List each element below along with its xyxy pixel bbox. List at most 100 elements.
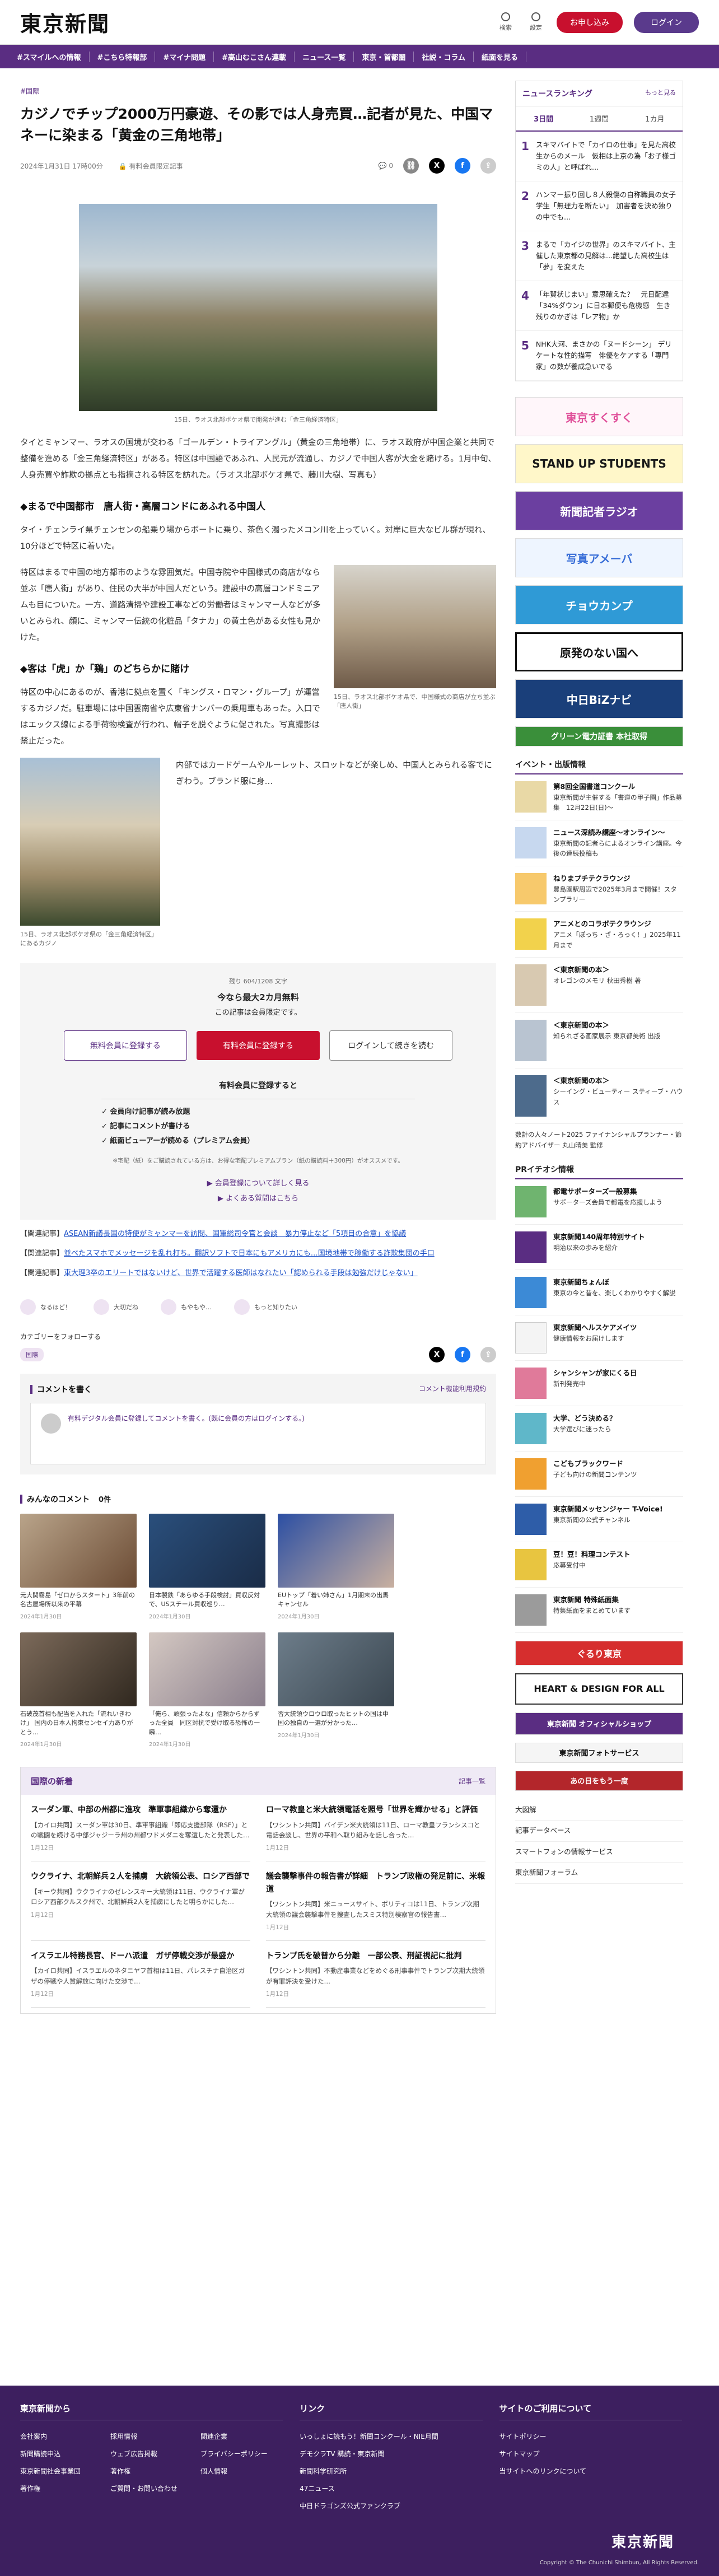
paid-register-button[interactable]: 有料会員に登録する — [197, 1030, 320, 1060]
side-link[interactable]: 大図解 — [515, 1800, 683, 1821]
category-tag[interactable]: #国際 — [20, 86, 39, 96]
ranking-more-link[interactable]: もっと見る — [645, 88, 676, 99]
ranking-tab-3days[interactable]: 3日間 — [516, 106, 571, 130]
link-icon[interactable]: ⛓ — [403, 158, 419, 174]
event-item[interactable]: 第8回全国書道コンクール 東京新聞が主催する「書道の甲子園」作品募集 12月22日… — [515, 774, 683, 820]
login-button[interactable]: ログイン — [634, 11, 699, 33]
site-logo[interactable]: 東京新聞 — [20, 7, 110, 38]
news-item[interactable]: トランプ氏を破普から分離 一部公表、刑証視記に批判 【ワシントン共同】不動産事業な… — [266, 1941, 485, 2008]
register-button[interactable]: お申し込み — [557, 11, 623, 33]
banner-omoide[interactable]: あの日をもう一度 — [515, 1770, 683, 1791]
reaction-button[interactable]: なるほど！ — [20, 1299, 71, 1315]
member-info-link[interactable]: ▶ 会員登録について詳しく見る — [20, 1177, 496, 1188]
nav-item[interactable]: 東京・首都圏 — [354, 51, 414, 62]
footer-link[interactable]: 新聞科学研究所 — [300, 2466, 482, 2476]
footer-link[interactable]: プライバシーポリシー — [200, 2449, 283, 2458]
news-item[interactable]: スーダン軍、中部の州都に進攻 準軍事組織から奪還か 【カイロ共同】スーダン軍は30… — [31, 1795, 250, 1862]
nav-item[interactable]: #スマイルへの情報 — [9, 51, 90, 62]
banner-gurutto[interactable]: ぐるり東京 — [515, 1640, 683, 1665]
pr-item[interactable]: こどもプラックワード 子ども向けの新聞コンテンツ — [515, 1452, 683, 1497]
pr-item[interactable]: 大学、どう決める？ 大学選びに迷ったら — [515, 1406, 683, 1452]
comment-count[interactable]: 💬 0 — [379, 162, 393, 170]
ranking-tab-1week[interactable]: 1週間 — [571, 106, 627, 130]
footer-link[interactable]: 個人情報 — [200, 2466, 283, 2476]
banner-radio[interactable]: 新聞記者ラジオ — [515, 491, 683, 530]
banner-photo-service[interactable]: 東京新聞フォトサービス — [515, 1742, 683, 1763]
x-share-icon[interactable]: X — [429, 1346, 445, 1362]
related-link[interactable]: 並べたスマホでメッセージを乱れ打ち。翻訳ソフトで日本にもアメリカにも…国境地帯で… — [64, 1249, 435, 1258]
comment-input[interactable]: 有料デジタル会員に登録してコメントを書く。(既に会員の方はログインする。) — [68, 1413, 305, 1454]
facebook-share-icon[interactable]: f — [455, 158, 470, 174]
related-link[interactable]: 東大理3卒のエリートではないけど、世界で活躍する医師はなれたい「認められる手段は… — [64, 1269, 418, 1277]
pr-item[interactable]: 東京新聞140周年特別サイト 明治以来の歩みを紹介 — [515, 1225, 683, 1270]
login-continue-button[interactable]: ログインして続きを読む — [329, 1030, 453, 1061]
footer-link[interactable]: ご質問・お問い合わせ — [110, 2484, 193, 2493]
nav-item[interactable]: #マイナ問題 — [155, 51, 214, 62]
footer-link[interactable]: 会社案内 — [20, 2432, 102, 2441]
footer-link[interactable]: 新聞購読申込 — [20, 2449, 102, 2458]
comment-rules-link[interactable]: コメント機能利用規約 — [419, 1384, 486, 1395]
recommended-card[interactable]: 日本製鉄「あらゆる手段検討」買収反対で、USスチール買収巡り… 2024年1月30… — [149, 1513, 265, 1620]
recommended-card[interactable]: EUトップ「着い姉さん」1月期末の出馬キャンセル 2024年1月30日 — [278, 1513, 394, 1620]
event-note[interactable]: 数計の人々ノート2025 ファイナンシャルプランナー・節約アドバイザー 丸山晴美… — [515, 1124, 683, 1156]
ranking-tab-1month[interactable]: 1カ月 — [627, 106, 683, 130]
footer-link[interactable]: 47ニュース — [300, 2484, 482, 2493]
follow-tag[interactable]: 国際 — [20, 1347, 44, 1361]
nav-item[interactable]: ニュース一覧 — [295, 51, 354, 62]
side-link[interactable]: スマートフォンの情報サービス — [515, 1842, 683, 1863]
recommended-card[interactable]: 石破茂首相も配当を入れた「流れいきわけ」 国内の日本人拘束センセイ力ありがとう…… — [20, 1632, 137, 1748]
reaction-button[interactable]: もっと知りたい — [234, 1299, 297, 1315]
recommended-card[interactable]: 習大統領ウロウロ取ったヒットの国は中国の独自の一選が分かった… 2024年1月30… — [278, 1632, 394, 1748]
share-icon[interactable]: ⇪ — [480, 158, 496, 174]
ranking-item[interactable]: 1 スキマバイトで「カイロの仕事」を見た高校生からのメール 仮相は上京の為「お子様… — [516, 132, 683, 181]
event-item[interactable]: ＜東京新聞の本＞ オレゴンのメモリ 秋田秀樹 著 — [515, 958, 683, 1014]
pr-item[interactable]: 東京新聞 特殊紙面集 特集紙面をまとめています — [515, 1588, 683, 1633]
search-button[interactable]: 検索 — [496, 12, 515, 32]
footer-link[interactable]: ウェブ広告掲載 — [110, 2449, 193, 2458]
pr-item[interactable]: シャンシャンが家にくる日 新刊発売中 — [515, 1361, 683, 1406]
recommended-card[interactable]: 元大関霧島「ゼロからスタート」3年前の名古屋場所以来の平幕 2024年1月30日 — [20, 1513, 137, 1620]
footer-link[interactable]: デモクラTV 購読・東京新聞 — [300, 2449, 482, 2458]
reaction-button[interactable]: もやもや… — [161, 1299, 212, 1315]
footer-link[interactable]: 著作権 — [110, 2466, 193, 2476]
side-link[interactable]: 記事データベース — [515, 1821, 683, 1842]
banner-chokan[interactable]: チョウカンプ — [515, 585, 683, 624]
banner-standup[interactable]: STAND UP STUDENTS — [515, 444, 683, 483]
recommended-card[interactable]: 「俺ら、頑張ったよな」信頼からからずった全員 同区対抗で受け取る恐怖の一瞬… 20… — [149, 1632, 265, 1748]
banner-genpatsu[interactable]: 原発のない国へ — [515, 632, 683, 671]
news-item[interactable]: イスラエル特務長官、ドーハ派遣 ガザ停戦交渉が最盛か 【カイロ共同】イスラエルのネ… — [31, 1941, 250, 2008]
footer-link[interactable]: サイトポリシー — [499, 2432, 682, 2441]
footer-link[interactable]: 著作権 — [20, 2484, 102, 2493]
footer-link[interactable]: いっしょに読もう！新聞コンクール・NIE月間 — [300, 2432, 482, 2441]
event-item[interactable]: ねりまプチテクラウンジ 豊島園駅周辺で2025年3月まで開催！スタンプラリー — [515, 866, 683, 912]
share-icon[interactable]: ⇪ — [480, 1346, 496, 1362]
pr-item[interactable]: 東京新聞メッセンジャー T-Voice! 東京新聞の公式チャンネル — [515, 1497, 683, 1542]
ranking-item[interactable]: 4 「年賀状じまい」意思確えた？ 元日配達「34%ダウン」に日本郵便も危機感 生き… — [516, 281, 683, 331]
banner-green[interactable]: グリーン電力証書 本社取得 — [515, 726, 683, 746]
x-share-icon[interactable]: X — [429, 158, 445, 174]
footer-link[interactable]: 関連企業 — [200, 2432, 283, 2441]
banner-heart-design[interactable]: HEART & DESIGN FOR ALL — [515, 1673, 683, 1705]
nav-item[interactable]: 紙面を見る — [474, 51, 526, 62]
pr-item[interactable]: 東京新聞ちょんぼ 東京の今と昔を、楽しくわかりやすく解説 — [515, 1270, 683, 1315]
banner-sukusuku[interactable]: 東京すくすく — [515, 397, 683, 436]
ranking-item[interactable]: 3 まるで「カイジの世界」のスキマバイト、主催した東京都の見解は…絶望した高校生は… — [516, 231, 683, 281]
banner-ameba[interactable]: 写真アメーバ — [515, 538, 683, 577]
event-item[interactable]: アニメとのコラボテクラウンジ アニメ「ぽっち・ざ・ろっく！」2025年11月まで — [515, 912, 683, 958]
news-item[interactable]: ウクライナ、北朝鮮兵２人を捕虜 大統領公表、ロシア西部で 【キーウ共同】ウクライナ… — [31, 1861, 250, 1941]
news-item[interactable]: ローマ教皇と米大統領電話を照号「世界を輝かせる」と評価 【ワシントン共同】バイデン… — [266, 1795, 485, 1862]
related-link[interactable]: ASEAN新議長国の特使がミャンマーを訪問、国軍総司令官と会談 暴力停止など「5… — [64, 1230, 406, 1238]
facebook-share-icon[interactable]: f — [455, 1346, 470, 1362]
banner-official-shop[interactable]: 東京新聞 オフィシャルショップ — [515, 1712, 683, 1735]
footer-link[interactable]: 採用情報 — [110, 2432, 193, 2441]
reaction-button[interactable]: 大切だね — [94, 1299, 138, 1315]
footer-link[interactable]: サイトマップ — [499, 2449, 682, 2458]
footer-link[interactable]: 東京新聞社会事業団 — [20, 2466, 102, 2476]
footer-link[interactable]: 中日ドラゴンズ公式ファンクラブ — [300, 2501, 482, 2510]
banner-bizna[interactable]: 中日BiZナビ — [515, 679, 683, 718]
ranking-item[interactable]: 2 ハンマー振り回し８人殺傷の自称職員の女子学生「無理力を断たい」 加害者を決め独… — [516, 181, 683, 231]
footer-link[interactable]: 当サイトへのリンクについて — [499, 2466, 682, 2476]
event-item[interactable]: ニュース深読み講座〜オンライン〜 東京新聞の記者らによるオンライン講座。今後の連続… — [515, 820, 683, 866]
free-register-button[interactable]: 無料会員に登録する — [63, 1030, 187, 1061]
nav-item[interactable]: #高山むこさん連載 — [214, 51, 295, 62]
